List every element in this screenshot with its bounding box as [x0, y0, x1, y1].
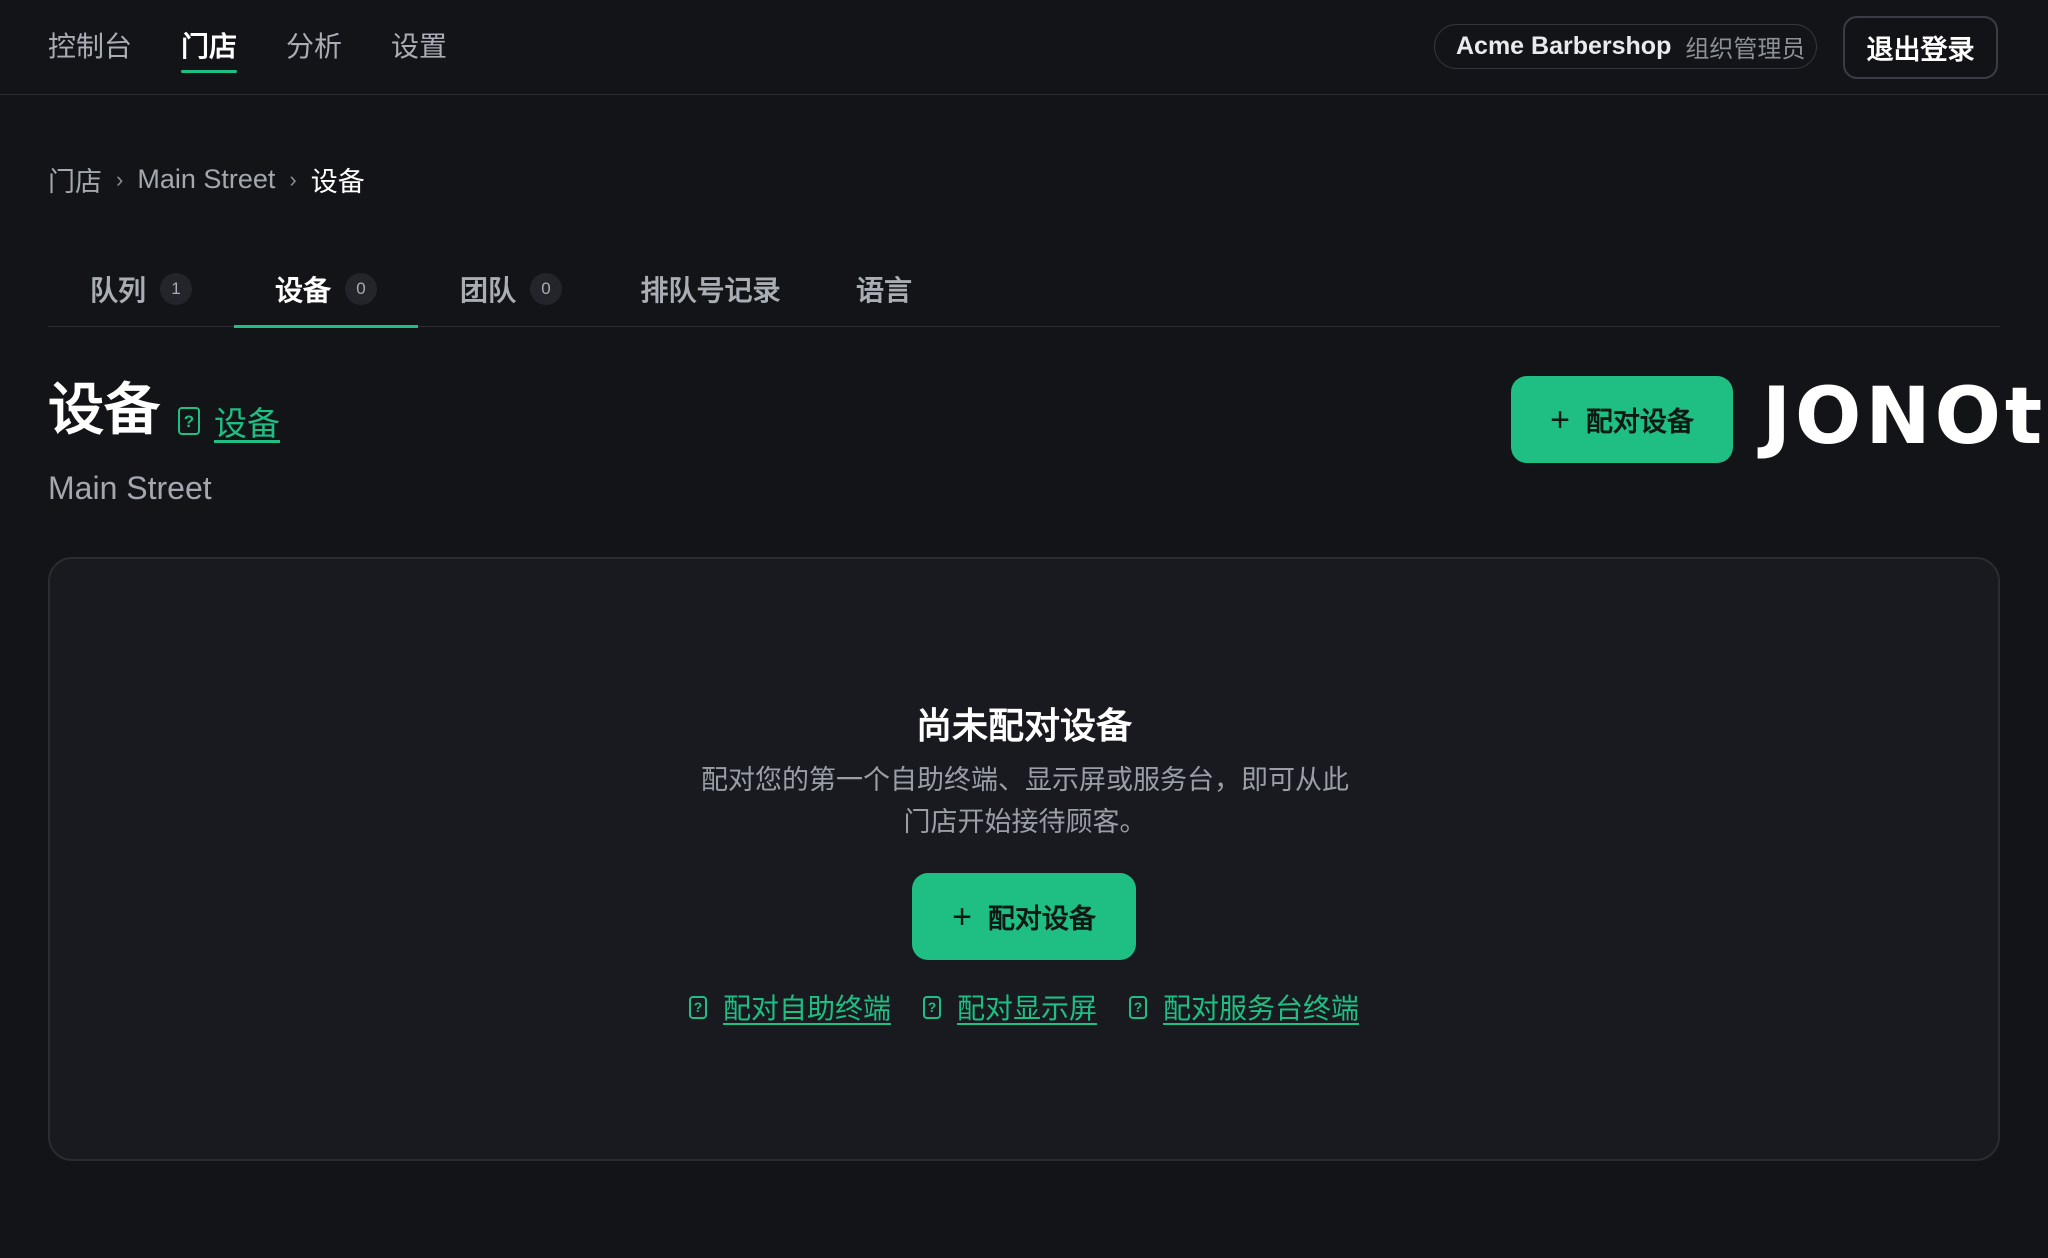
help-doc-icon: ?	[178, 407, 200, 435]
nav-dashboard[interactable]: 控制台	[48, 29, 132, 73]
org-name: Acme Barbershop	[1456, 32, 1672, 60]
empty-state-title: 尚未配对设备	[915, 705, 1132, 746]
help-doc-icon: ?	[688, 995, 707, 1019]
help-doc-icon: ?	[1129, 995, 1147, 1019]
tab-label: 设备	[274, 274, 331, 306]
tab-count-badge: 0	[530, 272, 562, 305]
tab-language[interactable]: 语言	[817, 250, 951, 327]
link-pair-kiosk[interactable]: ? 配对自助终端	[688, 987, 891, 1027]
help-doc-icon: ?	[922, 995, 941, 1019]
breadcrumb-separator: ›	[116, 166, 124, 192]
main-nav: 控制台 门店 分析 设置	[48, 0, 447, 94]
plus-icon: +	[1550, 400, 1570, 439]
logout-button[interactable]: 退出登录	[1843, 16, 1998, 79]
tab-label: 队列	[89, 274, 146, 306]
org-badge: Acme Barbershop 组织管理员	[1434, 24, 1817, 69]
breadcrumb-stores[interactable]: 门店	[48, 160, 102, 199]
pairing-guide-links: ? 配对自助终端 ? 配对显示屏 ? 配对服务台终端	[50, 987, 1998, 1027]
store-subtitle: Main Street	[48, 470, 212, 506]
pair-device-label: 配对设备	[1585, 407, 1694, 437]
top-navbar: 控制台 门店 分析 设置 Acme Barbershop 组织管理员 退出登录	[0, 0, 2048, 95]
empty-state-card: 尚未配对设备 配对您的第一个自助终端、显示屏或服务台，即可从此门店开始接待顾客。…	[48, 557, 2000, 1161]
breadcrumb-current: 设备	[310, 167, 365, 197]
breadcrumb-location[interactable]: Main Street	[137, 164, 275, 195]
store-tabs: 队列 1 设备 0 团队 0 排队号记录 语言	[48, 250, 2000, 328]
nav-settings[interactable]: 设置	[391, 29, 447, 73]
tab-queue[interactable]: 队列 1	[48, 250, 234, 327]
tab-ticket-history[interactable]: 排队号记录	[604, 250, 817, 327]
tab-count-badge: 1	[160, 272, 192, 305]
nav-stores[interactable]: 门店	[181, 29, 238, 73]
page-title: 设备	[48, 378, 160, 441]
org-role: 组织管理员	[1685, 36, 1806, 63]
tab-team[interactable]: 团队 0	[418, 250, 604, 327]
pair-device-label: 配对设备	[987, 904, 1096, 934]
empty-state-description: 配对您的第一个自助终端、显示屏或服务台，即可从此门店开始接待顾客。	[701, 765, 1349, 837]
empty-state-pair-button[interactable]: + 配对设备	[912, 873, 1136, 960]
tab-devices[interactable]: 设备 0	[234, 250, 418, 328]
brand-logo: JONOt	[1762, 372, 2047, 462]
breadcrumb-separator: ›	[289, 166, 297, 192]
help-link-label: 设备	[214, 405, 280, 442]
pair-device-button[interactable]: + 配对设备	[1511, 376, 1733, 463]
link-label: 配对显示屏	[956, 993, 1097, 1024]
nav-analytics[interactable]: 分析	[286, 29, 342, 73]
tab-count-badge: 0	[345, 272, 377, 305]
devices-help-link[interactable]: ? 设备	[178, 397, 280, 445]
plus-icon: +	[952, 897, 972, 936]
tab-label: 排队号记录	[640, 274, 781, 306]
link-label: 配对自助终端	[722, 993, 891, 1024]
link-pair-counter[interactable]: ? 配对服务台终端	[1129, 987, 1359, 1027]
tab-label: 语言	[855, 274, 912, 306]
breadcrumb: 门店 › Main Street › 设备	[48, 160, 365, 199]
link-label: 配对服务台终端	[1163, 993, 1360, 1024]
link-pair-display[interactable]: ? 配对显示屏	[922, 987, 1097, 1027]
tab-label: 团队	[459, 274, 516, 306]
